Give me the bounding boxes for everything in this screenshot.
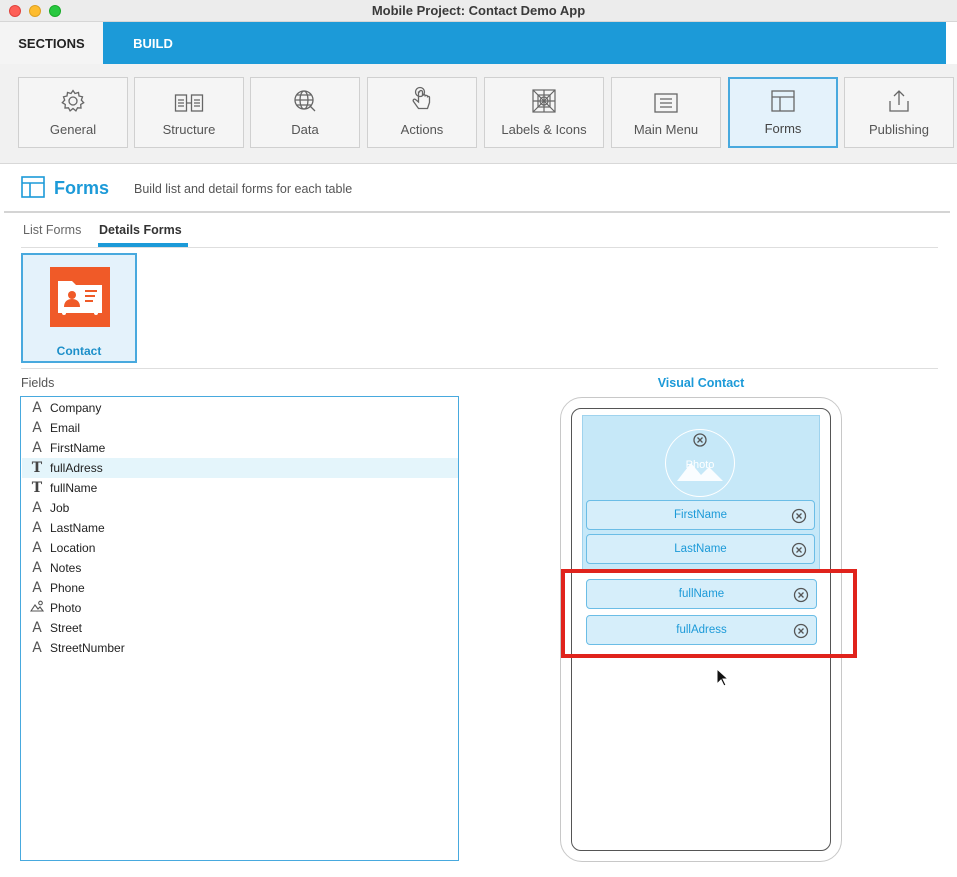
toolbar-structure-button[interactable]: Structure bbox=[134, 77, 244, 148]
remove-photo-icon[interactable] bbox=[693, 433, 707, 447]
form-field-lastname[interactable]: LastName bbox=[586, 534, 815, 564]
toolbar-label: Forms bbox=[764, 121, 802, 136]
remove-field-icon[interactable] bbox=[791, 542, 807, 558]
field-item[interactable]: T fullName bbox=[22, 478, 458, 498]
field-name: StreetNumber bbox=[50, 641, 125, 655]
form-field-firstname[interactable]: FirstName bbox=[586, 500, 815, 530]
form-field-label: FirstName bbox=[673, 509, 728, 521]
computed-field-icon: T bbox=[31, 480, 43, 496]
divider bbox=[21, 247, 938, 248]
hand-pointer-icon bbox=[412, 86, 431, 110]
tab-details-forms[interactable]: Details Forms bbox=[99, 223, 182, 237]
field-item[interactable]: Photo bbox=[22, 598, 458, 618]
text-field-icon: A bbox=[32, 540, 42, 556]
fields-list[interactable]: A Company A Email A FirstName T fullAdre… bbox=[20, 396, 459, 861]
field-item[interactable]: A StreetNumber bbox=[22, 638, 458, 658]
field-name: Photo bbox=[50, 601, 82, 615]
forms-icon bbox=[771, 90, 795, 112]
text-field-icon: A bbox=[32, 500, 42, 516]
field-item[interactable]: A FirstName bbox=[22, 438, 458, 458]
field-item[interactable]: A Location bbox=[22, 538, 458, 558]
mouse-cursor-icon bbox=[716, 668, 730, 687]
text-field-icon: A bbox=[32, 440, 42, 456]
field-item[interactable]: A Job bbox=[22, 498, 458, 518]
toolbar-label: Publishing bbox=[869, 122, 929, 137]
visual-form-title: Visual Contact bbox=[657, 376, 745, 390]
field-name: LastName bbox=[50, 521, 105, 535]
toolbar-labels-icons-button[interactable]: Labels & Icons bbox=[484, 77, 604, 148]
field-name: Job bbox=[50, 501, 70, 515]
section-title: Forms bbox=[54, 178, 110, 198]
field-name: Location bbox=[50, 541, 96, 555]
toolbar-label: Structure bbox=[162, 122, 216, 137]
field-item[interactable]: A Email bbox=[22, 418, 458, 438]
field-item-selected[interactable]: T fullAdress bbox=[22, 458, 458, 478]
toolbar-forms-button[interactable]: Forms bbox=[728, 77, 838, 148]
toolbar-label: Main Menu bbox=[633, 122, 699, 137]
field-item[interactable]: A Company bbox=[22, 398, 458, 418]
table-card-label: Contact bbox=[56, 344, 102, 358]
section-subtitle: Build list and detail forms for each tab… bbox=[134, 182, 353, 196]
text-field-icon: A bbox=[32, 580, 42, 596]
labels-icons-icon bbox=[532, 89, 556, 113]
divider bbox=[4, 211, 950, 213]
window-title: Mobile Project: Contact Demo App bbox=[371, 3, 586, 18]
fields-label: Fields bbox=[21, 376, 55, 390]
toolbar-data-button[interactable]: Data bbox=[250, 77, 360, 148]
text-field-icon: A bbox=[32, 640, 42, 656]
text-field-icon: A bbox=[32, 420, 42, 436]
field-name: fullName bbox=[50, 481, 98, 495]
toolbar-publishing-button[interactable]: Publishing bbox=[844, 77, 954, 148]
tab-sections[interactable]: SECTIONS bbox=[0, 22, 103, 64]
structure-icon bbox=[174, 94, 204, 112]
window-titlebar: Mobile Project: Contact Demo App bbox=[0, 0, 957, 22]
contact-card-icon bbox=[50, 267, 110, 327]
field-name: Email bbox=[50, 421, 81, 435]
field-name: Notes bbox=[50, 561, 82, 575]
form-field-label: LastName bbox=[674, 543, 727, 555]
field-item[interactable]: A LastName bbox=[22, 518, 458, 538]
text-field-icon: A bbox=[32, 560, 42, 576]
text-field-icon: A bbox=[32, 520, 42, 536]
image-field-icon bbox=[26, 600, 48, 616]
remove-field-icon[interactable] bbox=[791, 508, 807, 524]
divider bbox=[21, 368, 938, 369]
field-name: FirstName bbox=[50, 441, 106, 455]
tab-build[interactable]: BUILD bbox=[118, 22, 188, 64]
toolbar-main-menu-button[interactable]: Main Menu bbox=[611, 77, 721, 148]
table-card-contact[interactable]: Contact bbox=[21, 253, 137, 363]
top-tab-bar: SECTIONS BUILD bbox=[0, 22, 946, 64]
tab-list-forms[interactable]: List Forms bbox=[23, 223, 81, 237]
menu-icon bbox=[654, 93, 678, 113]
field-name: Phone bbox=[50, 581, 85, 595]
gear-icon bbox=[61, 89, 85, 112]
toolbar-label: Data bbox=[291, 122, 319, 137]
text-field-icon: A bbox=[32, 400, 42, 416]
field-name: Company bbox=[50, 401, 102, 415]
field-name: fullAdress bbox=[50, 461, 103, 475]
field-name: Street bbox=[50, 621, 83, 635]
field-item[interactable]: A Phone bbox=[22, 578, 458, 598]
field-item[interactable]: A Street bbox=[22, 618, 458, 638]
forms-section-icon bbox=[21, 176, 45, 198]
upload-icon bbox=[889, 90, 909, 112]
toolbar-label: Labels & Icons bbox=[501, 122, 587, 137]
data-globe-icon bbox=[294, 90, 316, 112]
toolbar-label: Actions bbox=[400, 122, 444, 137]
field-item[interactable]: A Notes bbox=[22, 558, 458, 578]
photo-placeholder-label: Photo bbox=[685, 459, 715, 471]
toolbar-actions-button[interactable]: Actions bbox=[367, 77, 477, 148]
text-field-icon: A bbox=[32, 620, 42, 636]
toolbar-label: General bbox=[49, 122, 97, 137]
toolbar-general-button[interactable]: General bbox=[18, 77, 128, 148]
highlight-annotation-box bbox=[561, 569, 857, 658]
computed-field-icon: T bbox=[31, 460, 43, 476]
